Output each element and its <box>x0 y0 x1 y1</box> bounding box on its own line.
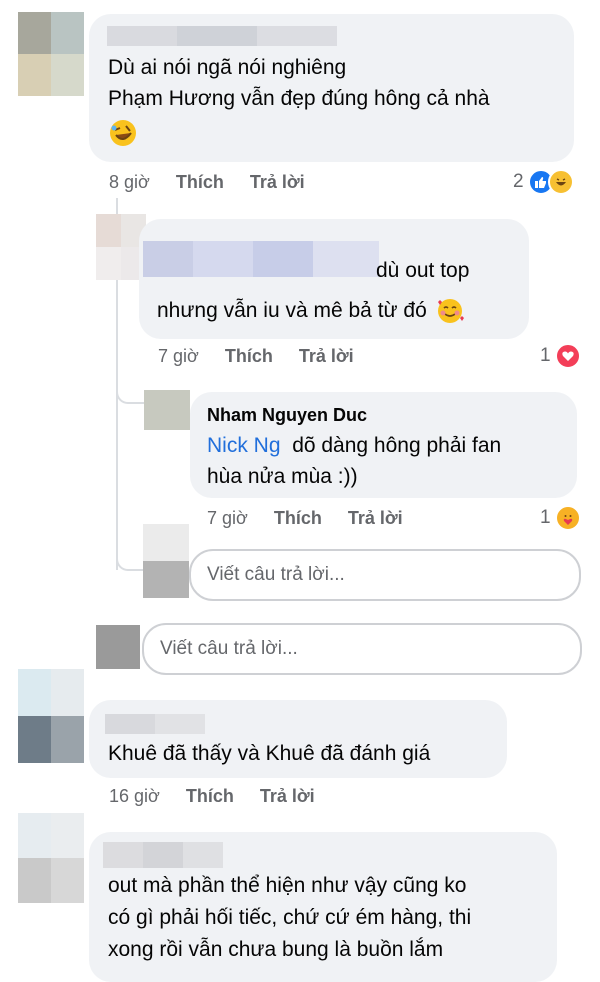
mentioned-name-blurred[interactable] <box>143 241 379 277</box>
comment-meta: 7 giờ Thích Trả lời <box>158 346 354 367</box>
avatar[interactable] <box>144 390 190 430</box>
like-button[interactable]: Thích <box>274 508 322 529</box>
love-reaction-icon <box>554 343 581 369</box>
comment-text: out mà phần thể hiện như vậy cũng ko có … <box>108 874 472 961</box>
comment-text-line: nhưng vẫn iu và mê bả từ đó <box>157 295 465 326</box>
haha-reaction-icon <box>547 169 574 195</box>
author-name-blurred[interactable] <box>107 26 337 46</box>
reply-button[interactable]: Trả lời <box>260 786 315 807</box>
comment-bubble: dù out top nhưng vẫn iu và mê bả từ đó <box>139 219 529 339</box>
reaction-summary[interactable]: 2 <box>513 169 574 195</box>
comment-author[interactable]: Nham Nguyen Duc <box>207 405 367 426</box>
comment-text: Khuê đã thấy và Khuê đã đánh giá <box>108 742 431 765</box>
avatar[interactable] <box>143 524 189 598</box>
reaction-summary[interactable]: 1 <box>540 343 581 369</box>
comment-bubble: Dù ai nói ngã nói nghiêng Phạm Hương vẫn… <box>89 14 574 162</box>
comment-meta: 16 giờ Thích Trả lời <box>109 786 315 807</box>
reply-input[interactable]: Viết câu trả lời... <box>142 623 582 675</box>
comment-meta: 7 giờ Thích Trả lời <box>207 508 403 529</box>
avatar[interactable] <box>96 625 140 669</box>
avatar[interactable] <box>18 813 84 903</box>
avatar[interactable] <box>18 669 84 763</box>
like-button[interactable]: Thích <box>186 786 234 807</box>
reply-input[interactable]: Viết câu trả lời... <box>189 549 581 601</box>
rolling-on-floor-laughing-emoji <box>110 120 136 146</box>
smiling-face-with-hearts-emoji <box>437 298 464 323</box>
comment-time[interactable]: 8 giờ <box>109 172 150 193</box>
comment-text-line: Nick Ng dõ dàng hông phải fan <box>207 434 502 457</box>
reply-button[interactable]: Trả lời <box>348 508 403 529</box>
comment-text-line: hùa nửa mùa :)) <box>207 465 358 488</box>
like-button[interactable]: Thích <box>176 172 224 193</box>
like-button[interactable]: Thích <box>225 346 273 367</box>
reply-button[interactable]: Trả lời <box>250 172 305 193</box>
reply-button[interactable]: Trả lời <box>299 346 354 367</box>
author-name-blurred[interactable] <box>105 714 205 734</box>
comment-bubble: Nham Nguyen Duc Nick Ng dõ dàng hông phả… <box>190 392 577 498</box>
thread-branch <box>116 380 144 404</box>
comment-text-line: dù out top <box>376 259 470 282</box>
comment-time[interactable]: 7 giờ <box>207 508 248 529</box>
care-reaction-icon <box>554 505 581 531</box>
author-name-blurred[interactable] <box>103 842 223 868</box>
comment-time[interactable]: 7 giờ <box>158 346 199 367</box>
thread-branch <box>116 545 144 571</box>
comment-bubble: out mà phần thể hiện như vậy cũng ko có … <box>89 832 557 982</box>
comment-time[interactable]: 16 giờ <box>109 786 160 807</box>
comment-text: Dù ai nói ngã nói nghiêng Phạm Hương vẫn… <box>108 56 490 110</box>
comment-meta: 8 giờ Thích Trả lời <box>109 172 305 193</box>
reaction-summary[interactable]: 1 <box>540 505 581 531</box>
comment-bubble: Khuê đã thấy và Khuê đã đánh giá <box>89 700 507 778</box>
avatar[interactable] <box>18 12 84 96</box>
mention-link[interactable]: Nick Ng <box>207 434 281 457</box>
